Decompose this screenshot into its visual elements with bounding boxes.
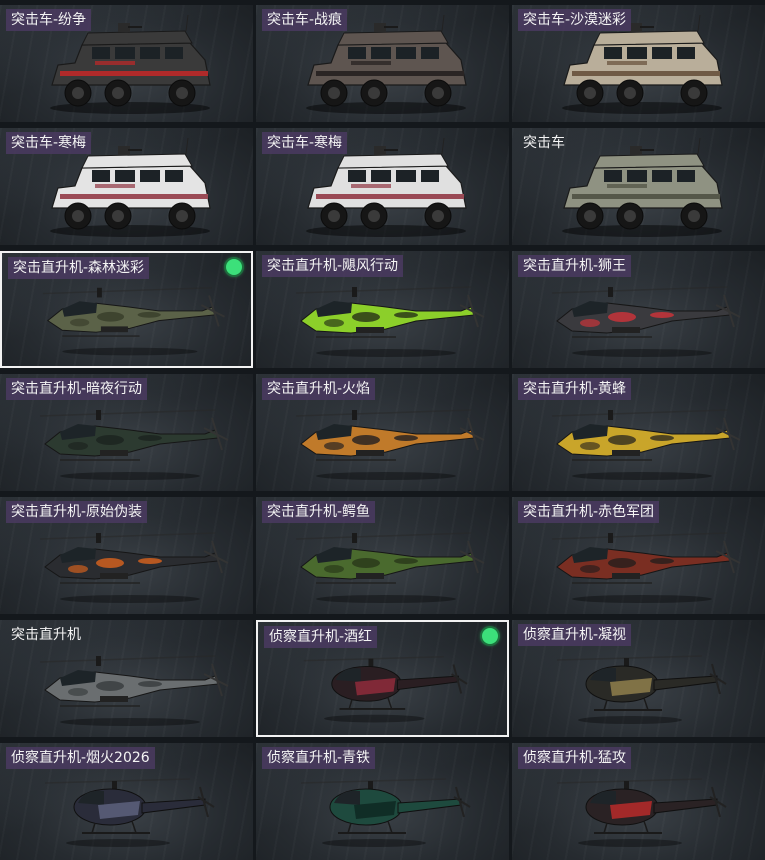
vehicle-skin-label: 突击直升机-黄蜂	[518, 378, 632, 400]
vehicle-skin-label: 突击车-寒梅	[262, 132, 348, 154]
vehicle-skin-card[interactable]: 突击直升机-暗夜行动	[0, 374, 253, 491]
vehicle-skin-label: 突击直升机-鳄鱼	[262, 501, 376, 523]
assault-vehicle-illustration	[562, 137, 723, 237]
vehicle-skin-label: 侦察直升机-猛攻	[518, 747, 632, 769]
attack-helicopter-illustration	[295, 532, 485, 603]
vehicle-skin-label: 突击直升机-狮王	[518, 255, 632, 277]
attack-helicopter-illustration	[39, 409, 229, 480]
vehicle-skin-label: 突击直升机-飓风行动	[262, 255, 404, 277]
scout-helicopter-illustration	[303, 656, 468, 723]
vehicle-skin-card[interactable]: 突击直升机-原始伪装	[0, 497, 253, 614]
vehicle-skin-card[interactable]: 突击直升机-狮王	[512, 251, 765, 368]
scout-helicopter-illustration	[300, 778, 471, 847]
vehicle-skin-label: 突击直升机-森林迷彩	[8, 257, 150, 279]
vehicle-skin-label: 突击直升机-火焰	[262, 378, 376, 400]
attack-helicopter-illustration	[551, 409, 741, 480]
vehicle-skin-label: 突击车-沙漠迷彩	[518, 9, 632, 31]
attack-helicopter-illustration	[42, 287, 225, 356]
vehicle-skin-card[interactable]: 侦察直升机-烟火2026	[0, 743, 253, 860]
vehicle-skin-label: 突击车-纷争	[6, 9, 92, 31]
vehicle-skin-card[interactable]: 突击车-沙漠迷彩	[512, 5, 765, 122]
equipped-indicator-icon	[226, 259, 242, 275]
vehicle-skin-card[interactable]: 突击直升机-飓风行动	[256, 251, 509, 368]
attack-helicopter-illustration	[39, 655, 229, 726]
vehicle-skin-card[interactable]: 侦察直升机-酒红	[256, 620, 509, 737]
vehicle-skin-card[interactable]: 突击直升机-黄蜂	[512, 374, 765, 491]
vehicle-skin-label: 侦察直升机-酒红	[264, 626, 378, 648]
vehicle-skin-card[interactable]: 突击直升机-鳄鱼	[256, 497, 509, 614]
equipped-indicator-icon	[482, 628, 498, 644]
scout-helicopter-illustration	[44, 778, 215, 847]
vehicle-skin-label: 突击直升机-赤色军团	[518, 501, 660, 523]
vehicle-skin-grid: 突击车-纷争 突击车-战痕 突击车-沙漠迷彩突击车-寒梅 突击车-寒梅 突击车突击直升机…	[0, 0, 765, 860]
vehicle-skin-card[interactable]: 突击车	[512, 128, 765, 245]
vehicle-skin-label: 侦察直升机-烟火2026	[6, 747, 155, 769]
attack-helicopter-illustration	[295, 286, 485, 357]
vehicle-skin-card[interactable]: 突击车-战痕	[256, 5, 509, 122]
attack-helicopter-illustration	[295, 409, 485, 480]
vehicle-skin-label: 侦察直升机-青铁	[262, 747, 376, 769]
scout-helicopter-illustration	[556, 778, 727, 847]
vehicle-skin-label: 突击直升机-原始伪装	[6, 501, 148, 523]
attack-helicopter-illustration	[39, 532, 229, 603]
vehicle-skin-card[interactable]: 突击直升机-火焰	[256, 374, 509, 491]
vehicle-skin-card[interactable]: 突击直升机-赤色军团	[512, 497, 765, 614]
vehicle-skin-card[interactable]: 突击直升机	[0, 620, 253, 737]
attack-helicopter-illustration	[551, 532, 741, 603]
vehicle-skin-label: 突击直升机-暗夜行动	[6, 378, 148, 400]
vehicle-skin-card[interactable]: 突击车-纷争	[0, 5, 253, 122]
vehicle-skin-card[interactable]: 突击直升机-森林迷彩	[0, 251, 253, 368]
vehicle-skin-label: 突击直升机	[11, 627, 81, 643]
vehicle-skin-label: 突击车-战痕	[262, 9, 348, 31]
attack-helicopter-illustration	[551, 286, 741, 357]
vehicle-skin-card[interactable]: 侦察直升机-凝视	[512, 620, 765, 737]
vehicle-skin-card[interactable]: 突击车-寒梅	[256, 128, 509, 245]
vehicle-skin-label: 突击车-寒梅	[6, 132, 92, 154]
vehicle-skin-label: 突击车	[523, 135, 565, 151]
vehicle-skin-card[interactable]: 侦察直升机-青铁	[256, 743, 509, 860]
vehicle-skin-card[interactable]: 突击车-寒梅	[0, 128, 253, 245]
vehicle-skin-card[interactable]: 侦察直升机-猛攻	[512, 743, 765, 860]
scout-helicopter-illustration	[556, 655, 727, 724]
vehicle-skin-label: 侦察直升机-凝视	[518, 624, 632, 646]
